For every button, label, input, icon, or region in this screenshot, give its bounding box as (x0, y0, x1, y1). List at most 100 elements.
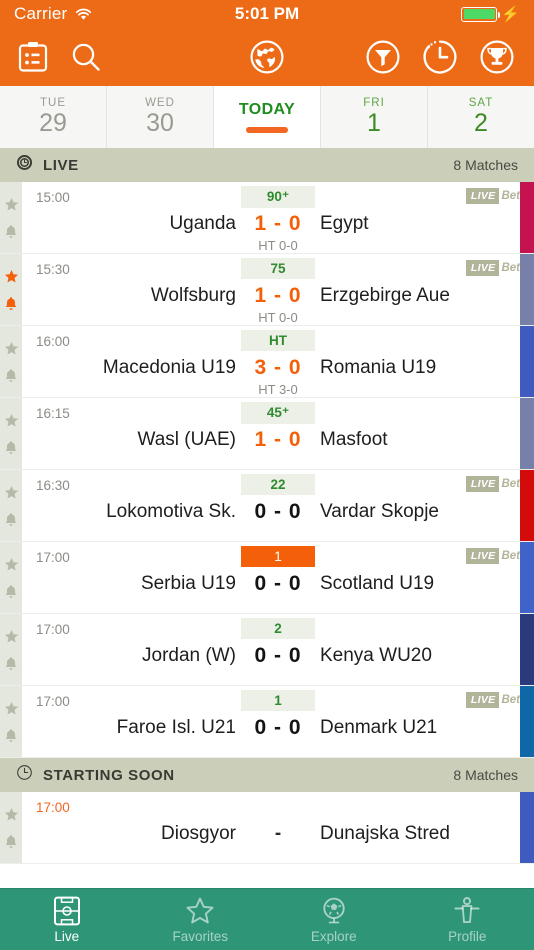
home-team-name: Lokomotiva Sk. (106, 501, 236, 522)
league-color-strip (520, 326, 534, 397)
date-tab-today-label: TODAY (238, 101, 296, 118)
away-team-name: Masfoot (320, 429, 388, 450)
globe-icon[interactable] (248, 38, 286, 76)
live-bet-label: Bet (501, 478, 520, 490)
match-time: 17:00 (36, 622, 70, 637)
date-tab-day: 1 (367, 109, 381, 138)
star-icon[interactable] (4, 701, 19, 716)
filter-icon[interactable] (364, 38, 402, 76)
match-row[interactable]: 17:00 1 Faroe Isl. U21 0 - 0 Denmark U21 LIVE… (0, 686, 534, 758)
home-team-name: Serbia U19 (140, 573, 236, 594)
section-icon (16, 764, 33, 786)
date-tab-fri[interactable]: FRI 1 (321, 86, 428, 148)
league-color-strip (520, 182, 534, 253)
match-row-body[interactable]: 15:30 75 Wolfsburg 1 - 0 Erzgebirge Aue HT 0-… (22, 254, 534, 325)
tab-explore[interactable]: Explore (267, 889, 401, 950)
star-icon[interactable] (4, 413, 19, 428)
bell-icon[interactable] (4, 368, 18, 384)
match-row-body[interactable]: 17:00 1 Serbia U19 0 - 0 Scotland U19 LIVE Bet (22, 542, 534, 613)
date-tab-sat[interactable]: SAT 2 (428, 86, 534, 148)
date-tab-tue[interactable]: TUE 29 (0, 86, 107, 148)
section-icon (16, 154, 33, 176)
match-row[interactable]: 16:00 HT Macedonia U19 3 - 0 Romania U19 HT 3… (0, 326, 534, 398)
section-header: LIVE 8 Matches (0, 148, 534, 182)
match-row[interactable]: 15:00 90⁺ Uganda 1 - 0 Egypt HT 0-0 LIVE Bet (0, 182, 534, 254)
star-icon[interactable] (4, 629, 19, 644)
live-bet-badge[interactable]: LIVE Bet (465, 188, 520, 204)
bell-icon[interactable] (4, 296, 18, 312)
match-row[interactable]: 17:00 2 Jordan (W) 0 - 0 Kenya WU20 (0, 614, 534, 686)
bell-icon[interactable] (4, 584, 18, 600)
star-icon[interactable] (4, 197, 19, 212)
live-bet-label: Bet (501, 262, 520, 274)
bell-icon[interactable] (4, 440, 18, 456)
match-time: 16:00 (36, 334, 70, 349)
match-row[interactable]: 16:15 45⁺ Wasl (UAE) 1 - 0 Masfoot (0, 398, 534, 470)
tab-label: Favorites (172, 928, 229, 944)
live-bet-badge[interactable]: LIVE Bet (465, 476, 520, 492)
away-team-name: Vardar Skopje (320, 501, 439, 522)
star-icon[interactable] (4, 557, 19, 572)
star-icon[interactable] (4, 341, 19, 356)
battery-icon (461, 6, 501, 22)
section-match-count: 8 Matches (453, 157, 518, 173)
live-bet-label: Bet (501, 190, 520, 202)
bell-icon[interactable] (4, 656, 18, 672)
match-row-actions (0, 470, 22, 541)
match-minute-badge: 22 (241, 474, 315, 495)
star-icon[interactable] (4, 807, 19, 822)
league-color-strip (520, 254, 534, 325)
search-icon[interactable] (70, 41, 102, 73)
bell-icon[interactable] (4, 834, 18, 850)
match-score: 0 - 0 (254, 500, 302, 523)
match-row-body[interactable]: 17:00 2 Jordan (W) 0 - 0 Kenya WU20 (22, 614, 534, 685)
match-list[interactable]: LIVE 8 Matches 15:00 90⁺ Uganda 1 - 0 Egypt HT … (0, 148, 534, 888)
trophy-icon[interactable] (478, 38, 516, 76)
live-bet-badge[interactable]: LIVE Bet (465, 692, 520, 708)
star-icon[interactable] (4, 485, 19, 500)
tab-favorites[interactable]: Favorites (134, 889, 268, 950)
live-bet-badge[interactable]: LIVE Bet (465, 260, 520, 276)
live-bet-badge[interactable]: LIVE Bet (465, 548, 520, 564)
date-tab-dow: FRI (363, 97, 385, 110)
match-row-body[interactable]: 16:30 22 Lokomotiva Sk. 0 - 0 Vardar Skopje L… (22, 470, 534, 541)
match-minute-badge: 1 (241, 546, 315, 567)
match-row-body[interactable]: 17:00 1 Faroe Isl. U21 0 - 0 Denmark U21 LIVE… (22, 686, 534, 757)
globe-ball-icon (323, 897, 345, 923)
live-bet-live-label: LIVE (465, 476, 500, 492)
match-minute-badge: HT (241, 330, 315, 351)
match-row-body[interactable]: 17:00 Diosgyor - Dunajska Stred (22, 792, 534, 863)
bell-icon[interactable] (4, 512, 18, 528)
person-icon (454, 896, 480, 923)
match-score: 1 - 0 (254, 428, 302, 451)
match-row[interactable]: 16:30 22 Lokomotiva Sk. 0 - 0 Vardar Skopje L… (0, 470, 534, 542)
date-tab-today[interactable]: TODAY (214, 86, 321, 148)
match-teams: Wasl (UAE) 1 - 0 Masfoot (22, 424, 534, 456)
match-row[interactable]: 17:00 Diosgyor - Dunajska Stred (0, 792, 534, 864)
away-team-name: Dunajska Stred (320, 823, 450, 844)
match-row-body[interactable]: 16:15 45⁺ Wasl (UAE) 1 - 0 Masfoot (22, 398, 534, 469)
home-team-name: Uganda (169, 213, 236, 234)
match-teams: Serbia U19 0 - 0 Scotland U19 (22, 568, 534, 600)
match-row-actions (0, 182, 22, 253)
tab-live[interactable]: Live (0, 889, 134, 950)
star-icon[interactable] (4, 269, 19, 284)
home-team-name: Macedonia U19 (102, 357, 236, 378)
clock-icon[interactable] (420, 37, 460, 77)
bell-icon[interactable] (4, 728, 18, 744)
live-bet-label: Bet (501, 550, 520, 562)
scoreboard-icon[interactable] (18, 41, 48, 73)
toolbar-right-group (364, 37, 516, 77)
date-tab-wed[interactable]: WED 30 (107, 86, 214, 148)
tab-profile[interactable]: Profile (401, 889, 534, 950)
match-score: - (274, 823, 282, 844)
match-row[interactable]: 17:00 1 Serbia U19 0 - 0 Scotland U19 LIVE Bet (0, 542, 534, 614)
match-minute-badge: 45⁺ (241, 402, 315, 424)
match-row-body[interactable]: 16:00 HT Macedonia U19 3 - 0 Romania U19 HT 3… (22, 326, 534, 397)
status-bar: Carrier 5:01 PM ⚡ (0, 0, 534, 28)
match-row-body[interactable]: 15:00 90⁺ Uganda 1 - 0 Egypt HT 0-0 LIVE Bet (22, 182, 534, 253)
halftime-score: HT 3-0 (258, 382, 298, 397)
match-teams: Uganda 1 - 0 Egypt (22, 208, 534, 240)
bell-icon[interactable] (4, 224, 18, 240)
match-row[interactable]: 15:30 75 Wolfsburg 1 - 0 Erzgebirge Aue HT 0-… (0, 254, 534, 326)
